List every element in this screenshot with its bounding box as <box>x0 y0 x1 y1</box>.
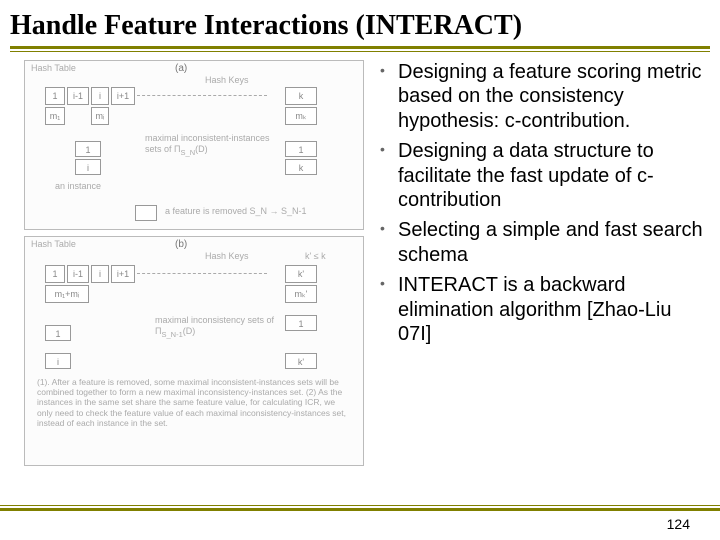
hash-keys-label: Hash Keys <box>205 75 249 86</box>
cell: i <box>91 87 109 105</box>
slide-title: Handle Feature Interactions (INTERACT) <box>10 10 710 42</box>
hash-table-label: Hash Table <box>31 239 76 250</box>
footer-rule-thin <box>0 505 720 506</box>
content-area: Hash Table (a) Hash Keys 1 i-1 i i+1 k m… <box>0 54 720 484</box>
cell: 1 <box>45 265 65 283</box>
bullet-item: Selecting a simple and fast search schem… <box>374 218 708 267</box>
figure-b-label: (b) <box>175 239 187 250</box>
hash-keys-label: Hash Keys <box>205 251 249 262</box>
cell: i-1 <box>67 265 89 283</box>
cell: i <box>75 159 101 175</box>
cell: mₖ <box>285 107 317 125</box>
maximal-label-b: maximal inconsistency sets of ΠS_N-1(D) <box>155 315 275 339</box>
cell: k <box>285 87 317 105</box>
text-column: Designing a feature scoring metric based… <box>364 60 708 484</box>
cell: 1 <box>45 325 71 341</box>
figure-a: Hash Table (a) Hash Keys 1 i-1 i i+1 k m… <box>24 60 364 230</box>
title-rule-thin <box>10 51 710 52</box>
cell: mₖ' <box>285 285 317 303</box>
cell: i <box>91 265 109 283</box>
cell: k' <box>285 353 317 369</box>
k-bound-label: k' ≤ k <box>305 251 326 262</box>
cell: m₁+mᵢ <box>45 285 89 303</box>
cell: 1 <box>45 87 65 105</box>
figures-column: Hash Table (a) Hash Keys 1 i-1 i i+1 k m… <box>24 60 364 484</box>
slide: Handle Feature Interactions (INTERACT) H… <box>0 0 720 540</box>
title-rule-thick <box>10 46 710 49</box>
cell: 1 <box>75 141 101 157</box>
figure-a-label: (a) <box>175 63 187 74</box>
cell: i+1 <box>111 87 135 105</box>
page-number: 124 <box>667 516 690 532</box>
hash-table-label: Hash Table <box>31 63 76 74</box>
removed-label: a feature is removed S_N → S_N-1 <box>165 206 307 217</box>
title-block: Handle Feature Interactions (INTERACT) <box>0 0 720 54</box>
cell: 1 <box>285 141 317 157</box>
arrow-box <box>135 205 157 221</box>
bullet-list: Designing a feature scoring metric based… <box>374 60 708 346</box>
maximal-label: maximal inconsistent-instances sets of Π… <box>145 133 275 157</box>
cell: mᵢ <box>91 107 109 125</box>
cell: 1 <box>285 315 317 331</box>
footer-rule-thick <box>0 508 720 511</box>
bullet-item: Designing a feature scoring metric based… <box>374 60 708 133</box>
instance-label: an instance <box>55 181 101 192</box>
figure-b-caption: (1). After a feature is removed, some ma… <box>37 377 347 428</box>
bullet-item: Designing a data structure to facilitate… <box>374 139 708 212</box>
cell: i+1 <box>111 265 135 283</box>
cell: i-1 <box>67 87 89 105</box>
cell: i <box>45 353 71 369</box>
cell: k' <box>285 265 317 283</box>
cell: m₁ <box>45 107 65 125</box>
bullet-item: INTERACT is a backward elimination algor… <box>374 273 708 346</box>
cell: k <box>285 159 317 175</box>
figure-b: Hash Table (b) Hash Keys k' ≤ k 1 i-1 i … <box>24 236 364 466</box>
